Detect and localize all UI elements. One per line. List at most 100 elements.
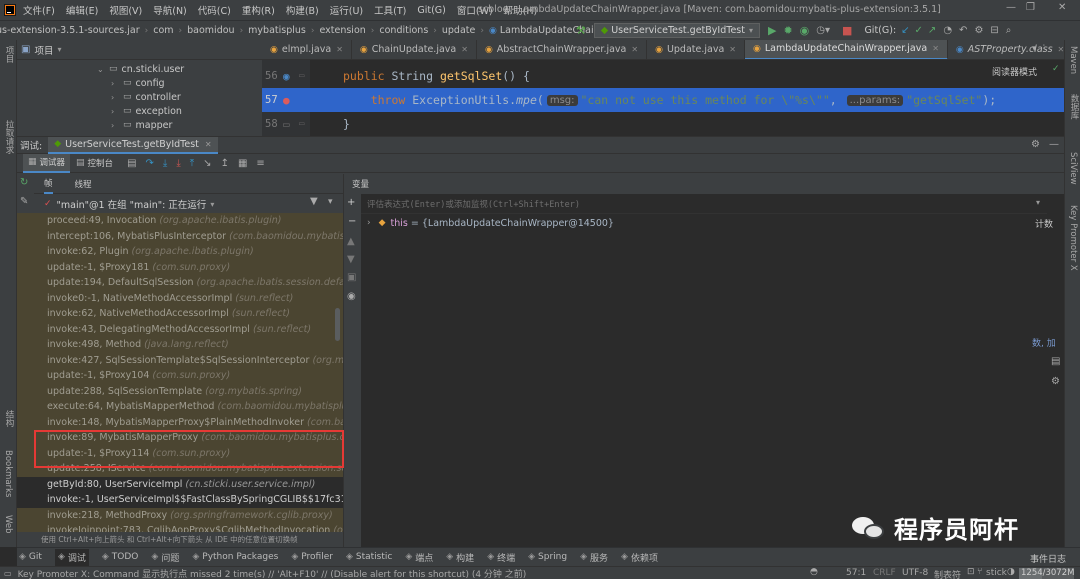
- tool-window-button[interactable]: ◈ Git: [19, 552, 42, 562]
- filter-icon[interactable]: ▼: [310, 196, 318, 207]
- status-encoding[interactable]: UTF-8: [902, 568, 928, 578]
- status-branch[interactable]: stick: [986, 568, 1007, 578]
- git-commit-icon[interactable]: ✓: [915, 25, 923, 36]
- menu-item[interactable]: 运行(U): [330, 3, 363, 17]
- expanded-icon[interactable]: ⌄: [97, 65, 109, 74]
- run-config-select[interactable]: ◆ UserServiceTest.getByIdTest ▾: [593, 23, 760, 38]
- tree-item[interactable]: › ▭ controller: [17, 90, 262, 104]
- force-step-into-icon[interactable]: ⤓: [176, 158, 180, 169]
- collapsed-icon[interactable]: ›: [111, 121, 123, 130]
- status-tab-setting[interactable]: 制表符: [934, 568, 961, 579]
- menu-item[interactable]: 重构(R): [242, 3, 275, 17]
- move-up-icon[interactable]: ▲: [347, 236, 355, 247]
- rerun-icon[interactable]: ↻: [20, 177, 28, 188]
- frame-item[interactable]: invoke:62, Plugin (org.apache.ibatis.plu…: [17, 244, 343, 260]
- frame-item[interactable]: update:-1, $Proxy181 (com.sun.proxy): [17, 259, 343, 275]
- remove-watch-icon[interactable]: −: [348, 216, 356, 227]
- frame-item[interactable]: invoke:218, MethodProxy (org.springframe…: [17, 507, 343, 523]
- strip-bookmarks[interactable]: Bookmarks: [3, 450, 13, 498]
- tool-window-button[interactable]: ◈ 终端: [487, 551, 515, 564]
- tabs-overflow-icon[interactable]: ▾ ⋮: [1032, 44, 1048, 54]
- status-line-sep[interactable]: CRLF: [873, 568, 896, 578]
- frame-item[interactable]: invoke0:-1, NativeMethodAccessorImpl (su…: [17, 290, 343, 306]
- editor-tab[interactable]: ◉ AbstractChainWrapper.java ✕: [477, 40, 648, 59]
- tool-window-button[interactable]: ◈ Statistic: [346, 552, 392, 562]
- tool-window-button[interactable]: ◈ Spring: [528, 552, 567, 562]
- method-override-icon[interactable]: ◉: [283, 70, 299, 83]
- chevron-down-icon[interactable]: ▾: [210, 200, 214, 209]
- threads-tab[interactable]: 线程: [75, 178, 92, 190]
- close-icon[interactable]: ✕: [336, 45, 343, 54]
- step-over-icon[interactable]: ↷: [146, 158, 154, 169]
- git-update-icon[interactable]: ↙: [901, 25, 909, 36]
- menu-item[interactable]: 视图(V): [109, 3, 142, 17]
- frame-item[interactable]: execute:64, MybatisMapperMethod (com.bao…: [17, 399, 343, 415]
- tool-window-button[interactable]: ◈ 服务: [580, 551, 608, 564]
- debug-session-tab[interactable]: ◆ UserServiceTest.getByIdTest ✕: [48, 136, 218, 154]
- tool-window-button[interactable]: ◈ Profiler: [291, 552, 333, 562]
- close-icon[interactable]: ✕: [205, 140, 212, 149]
- breadcrumb-item[interactable]: us-extension-3.5.1-sources.jar: [0, 25, 140, 36]
- expand-icon[interactable]: ›: [367, 218, 371, 228]
- strip-web[interactable]: Web: [3, 515, 13, 534]
- watches-icon[interactable]: ◉: [347, 291, 356, 302]
- frame-item[interactable]: invoke:62, NativeMethodAccessorImpl (sun…: [17, 306, 343, 322]
- fold-marker-icon[interactable]: ▭: [299, 119, 343, 129]
- status-ext-icon[interactable]: ◓: [810, 567, 818, 577]
- eval-input[interactable]: 评估表达式(Enter)或添加监视(Ctrl+Shift+Enter) ▾: [361, 194, 1047, 214]
- code-line[interactable]: 56 ◉ ▭ public String getSqlSet() {: [262, 64, 1064, 88]
- drop-frame-icon[interactable]: ↘: [203, 158, 211, 169]
- tree-item[interactable]: ⌄ ▭ cn.sticki.user: [17, 62, 262, 76]
- move-down-icon[interactable]: ▼: [347, 254, 355, 265]
- tool-window-button[interactable]: ◈ TODO: [102, 552, 139, 562]
- fold-icon[interactable]: ▭: [283, 118, 299, 131]
- close-icon[interactable]: ✕: [461, 45, 468, 54]
- settings-icon[interactable]: ⚙: [974, 25, 983, 36]
- coverage-icon[interactable]: ◉: [800, 24, 810, 37]
- stop-icon[interactable]: ■: [842, 24, 852, 37]
- tree-item[interactable]: › ▭ mapper: [17, 118, 262, 132]
- frame-item[interactable]: invoke:148, MybatisMapperProxy$PlainMeth…: [17, 414, 343, 430]
- menu-item[interactable]: Git(G): [417, 5, 446, 16]
- code-area[interactable]: 56 ◉ ▭ public String getSqlSet() {57 ● throw…: [262, 64, 1064, 136]
- frame-item[interactable]: getById:80, UserServiceImpl (cn.sticki.u…: [17, 477, 343, 493]
- git-push-icon[interactable]: ↗: [928, 25, 936, 36]
- event-log-label[interactable]: 事件日志: [1030, 552, 1066, 565]
- status-message[interactable]: Key Promoter X: Command 显示执行点 missed 2 t…: [18, 567, 527, 579]
- run-to-cursor-icon[interactable]: ↥: [221, 158, 229, 169]
- editor-tab[interactable]: ◉ ChainUpdate.java ✕: [352, 40, 477, 59]
- undo-icon[interactable]: ↶: [959, 25, 967, 36]
- breakpoint-icon[interactable]: ●: [283, 94, 299, 107]
- frame-item[interactable]: update:288, SqlSessionTemplate (org.myba…: [17, 383, 343, 399]
- frame-item[interactable]: invoke:43, DelegatingMethodAccessorImpl …: [17, 321, 343, 337]
- tree-item[interactable]: › ▭ exception: [17, 104, 262, 118]
- menu-item[interactable]: 构建(B): [286, 3, 319, 17]
- run-icon[interactable]: ▶: [768, 24, 776, 37]
- step-into-icon[interactable]: ⤓: [163, 158, 167, 169]
- strip-structure[interactable]: 结构: [3, 410, 15, 427]
- strip-pull-requests[interactable]: 拉取请求: [3, 120, 15, 154]
- lock-icon[interactable]: ⊡: [967, 567, 975, 577]
- frame-item[interactable]: proceed:49, Invocation (org.apache.ibati…: [17, 213, 343, 229]
- tool-window-button[interactable]: ◈ Python Packages: [192, 552, 278, 562]
- menu-item[interactable]: 工具(T): [374, 3, 406, 17]
- close-icon[interactable]: ✕: [729, 45, 736, 54]
- strip-maven[interactable]: Maven: [1068, 46, 1078, 74]
- modify-run-icon[interactable]: ✎: [20, 196, 28, 207]
- collapsed-icon[interactable]: ›: [111, 93, 123, 102]
- fold-marker-icon[interactable]: ▭: [299, 71, 343, 81]
- settings-icon[interactable]: ⚙: [1031, 139, 1040, 150]
- editor-tab[interactable]: ◉ LambdaUpdateChainWrapper.java ✕: [744, 40, 948, 59]
- strip-key-promoter[interactable]: Key Promoter X: [1068, 205, 1078, 271]
- code-line[interactable]: 58 ▭ ▭}: [262, 112, 1064, 136]
- tool-window-button[interactable]: ◈ 端点: [405, 551, 433, 564]
- frame-item[interactable]: intercept:106, MybatisPlusInterceptor (c…: [17, 228, 343, 244]
- more-icon[interactable]: ≡: [256, 158, 264, 169]
- close-icon[interactable]: ✕: [631, 45, 638, 54]
- step-out-icon[interactable]: ⤒: [190, 158, 194, 169]
- settings-icon[interactable]: ⚙: [1051, 376, 1060, 387]
- editor-tab[interactable]: ◉ Update.java ✕: [647, 40, 745, 59]
- tool-window-button[interactable]: ◈ 依赖项: [621, 551, 658, 564]
- strip-sciview[interactable]: SciView: [1068, 152, 1078, 185]
- tool-window-button[interactable]: ◈ 构建: [446, 551, 474, 564]
